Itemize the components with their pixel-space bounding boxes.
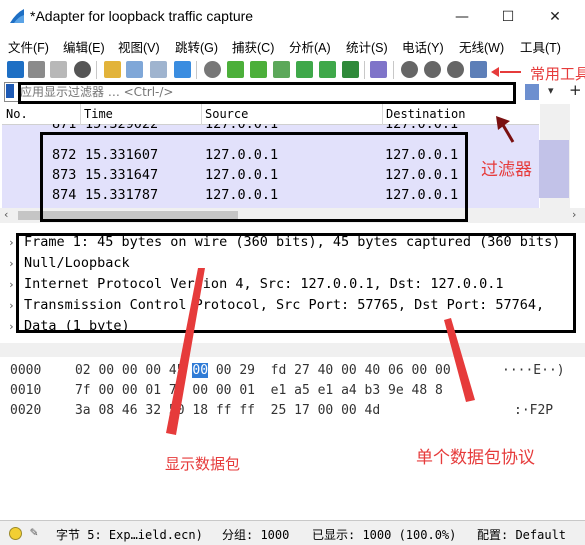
label-common-tools: 常用工具 xyxy=(530,65,585,83)
toolbar-arrowhead xyxy=(491,67,499,77)
label-protocol: 单个数据包协议 xyxy=(416,448,535,468)
protocol-arrow xyxy=(444,318,475,402)
label-filter: 过滤器 xyxy=(481,160,532,180)
packets-arrow xyxy=(166,268,205,435)
filter-arrow xyxy=(501,124,515,143)
label-show-packets: 显示数据包 xyxy=(165,455,241,473)
